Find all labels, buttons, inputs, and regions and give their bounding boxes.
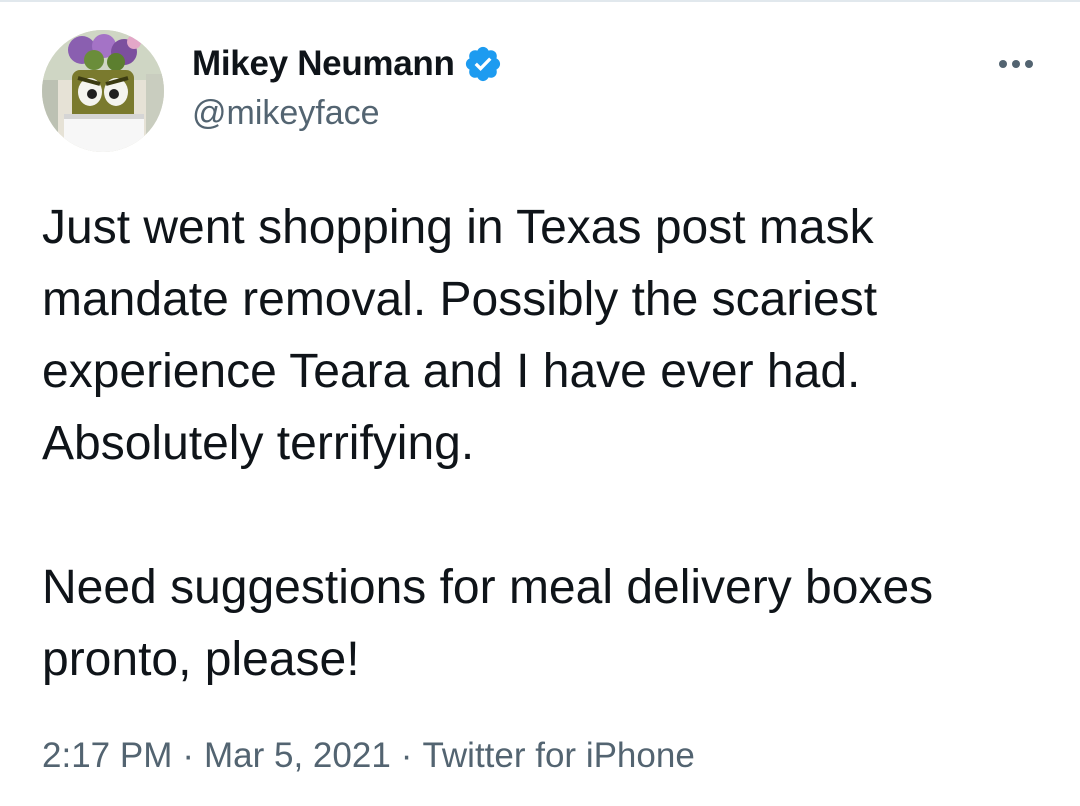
tweet-date[interactable]: Mar 5, 2021: [204, 736, 391, 775]
avatar[interactable]: [42, 30, 164, 152]
tweet-paragraph: Just went shopping in Texas post mask ma…: [42, 201, 878, 470]
top-divider: [0, 0, 1080, 2]
meta-separator: ·: [182, 736, 195, 775]
tweet-source[interactable]: Twitter for iPhone: [422, 736, 694, 775]
tweet-detail: Mikey Neumann @mikeyface Just went shopp…: [0, 0, 1080, 806]
tweet-text: Just went shopping in Texas post mask ma…: [42, 192, 1052, 696]
author-block: Mikey Neumann @mikeyface: [192, 42, 503, 133]
verified-badge-icon: [463, 44, 503, 84]
meta-separator: ·: [400, 736, 413, 775]
author-handle[interactable]: @mikeyface: [192, 94, 503, 133]
tweet-paragraph: Need suggestions for meal delivery boxes…: [42, 561, 934, 686]
tweet-time[interactable]: 2:17 PM: [42, 736, 172, 775]
name-row: Mikey Neumann: [192, 42, 503, 86]
avatar-image: [42, 30, 164, 152]
tweet-header: Mikey Neumann @mikeyface: [42, 30, 1042, 152]
author-display-name[interactable]: Mikey Neumann: [192, 44, 455, 84]
more-horizontal-icon[interactable]: [998, 54, 1034, 74]
tweet-metadata: 2:17 PM · Mar 5, 2021 · Twitter for iPhone: [42, 736, 695, 776]
